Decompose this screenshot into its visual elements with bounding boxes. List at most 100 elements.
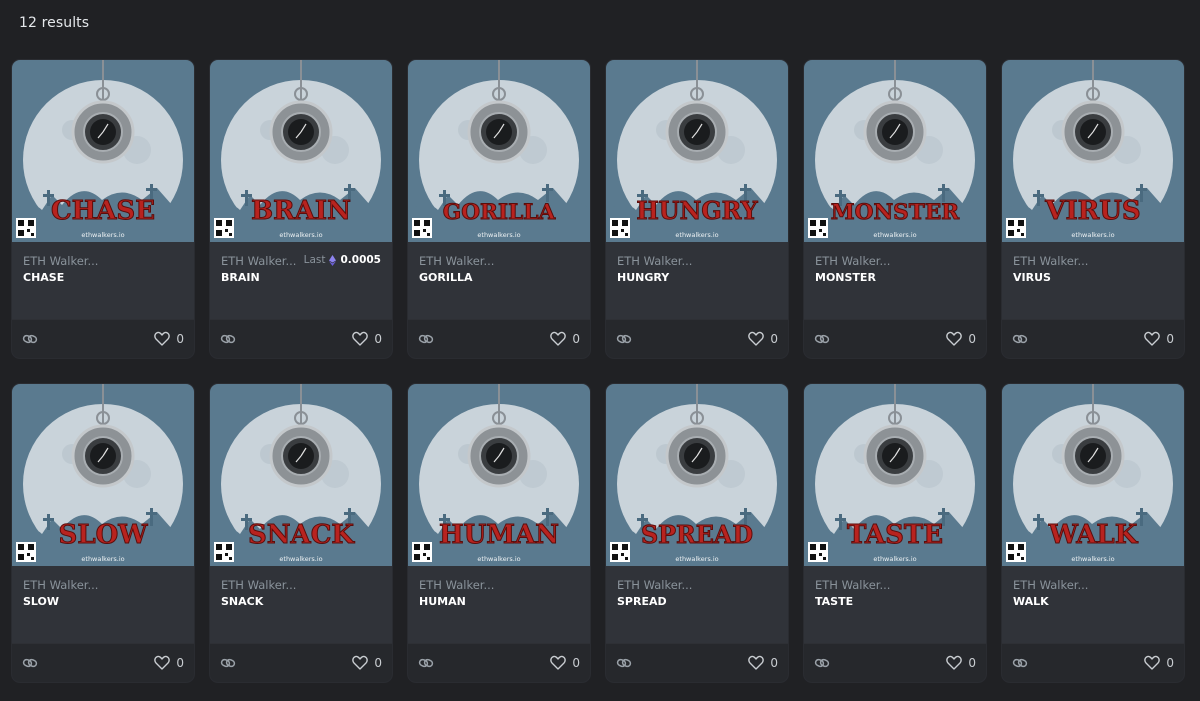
collection-name[interactable]: ETH Walker... [23, 578, 98, 592]
link-icon[interactable] [22, 331, 38, 347]
favorite-count: 0 [572, 655, 580, 670]
link-icon[interactable] [1012, 331, 1028, 347]
favorite-button[interactable]: 0 [1144, 655, 1174, 670]
favorite-button[interactable]: 0 [154, 655, 184, 670]
heart-icon [748, 655, 765, 670]
asset-card-slow[interactable]: SLOW ethwalkers.io ETH Walker... SLOW 0 [12, 384, 194, 682]
asset-name[interactable]: VIRUS [1013, 271, 1051, 284]
asset-name[interactable]: MONSTER [815, 271, 876, 284]
favorite-count: 0 [176, 655, 184, 670]
collection-name[interactable]: ETH Walker... [617, 254, 692, 268]
asset-name[interactable]: SPREAD [617, 595, 667, 608]
asset-name[interactable]: BRAIN [221, 271, 260, 284]
watermark-text: ethwalkers.io [675, 555, 718, 563]
artwork-title-text: HUMAN [439, 520, 559, 550]
asset-card-gorilla[interactable]: GORILLA ethwalkers.io ETH Walker... GORI… [408, 60, 590, 358]
favorite-button[interactable]: 0 [748, 331, 778, 346]
link-icon[interactable] [1012, 655, 1028, 671]
asset-card-snack[interactable]: SNACK ethwalkers.io ETH Walker... SNACK … [210, 384, 392, 682]
asset-name[interactable]: SLOW [23, 595, 59, 608]
heart-icon [1144, 331, 1161, 346]
link-icon[interactable] [814, 331, 830, 347]
favorite-button[interactable]: 0 [1144, 331, 1174, 346]
link-icon[interactable] [220, 331, 236, 347]
asset-card-walk[interactable]: WALK ethwalkers.io ETH Walker... WALK 0 [1002, 384, 1184, 682]
artwork-title-text: CHASE [51, 196, 155, 226]
favorite-button[interactable]: 0 [946, 331, 976, 346]
collection-name[interactable]: ETH Walker... [1013, 578, 1088, 592]
asset-card-monster[interactable]: MONSTER ethwalkers.io ETH Walker... MONS… [804, 60, 986, 358]
asset-image[interactable]: GORILLA ethwalkers.io [408, 60, 590, 242]
asset-image[interactable]: WALK ethwalkers.io [1002, 384, 1184, 566]
asset-name[interactable]: GORILLA [419, 271, 472, 284]
asset-name[interactable]: WALK [1013, 595, 1049, 608]
collection-name[interactable]: ETH Walker... [1013, 254, 1088, 268]
card-footer: 0 [606, 643, 788, 682]
watermark-text: ethwalkers.io [873, 555, 916, 563]
asset-info: ETH Walker... VIRUS [1002, 242, 1184, 320]
favorite-count: 0 [1166, 655, 1174, 670]
asset-image[interactable]: MONSTER ethwalkers.io [804, 60, 986, 242]
asset-image[interactable]: HUNGRY ethwalkers.io [606, 60, 788, 242]
asset-card-taste[interactable]: TASTE ethwalkers.io ETH Walker... TASTE … [804, 384, 986, 682]
asset-name[interactable]: SNACK [221, 595, 263, 608]
artwork-title-text: MONSTER [831, 200, 961, 225]
asset-info: ETH Walker... WALK [1002, 566, 1184, 644]
asset-card-hungry[interactable]: HUNGRY ethwalkers.io ETH Walker... HUNGR… [606, 60, 788, 358]
last-sale-label: Last [303, 254, 326, 266]
asset-name[interactable]: HUMAN [419, 595, 466, 608]
card-footer: 0 [12, 643, 194, 682]
favorite-button[interactable]: 0 [352, 655, 382, 670]
collection-name[interactable]: ETH Walker... [815, 254, 890, 268]
link-icon[interactable] [616, 655, 632, 671]
favorite-button[interactable]: 0 [550, 331, 580, 346]
asset-name[interactable]: CHASE [23, 271, 64, 284]
asset-card-spread[interactable]: SPREAD ethwalkers.io ETH Walker... SPREA… [606, 384, 788, 682]
artwork-title-text: SLOW [59, 520, 149, 550]
card-footer: 0 [408, 319, 590, 358]
asset-image[interactable]: SLOW ethwalkers.io [12, 384, 194, 566]
artwork-title-text: VIRUS [1044, 196, 1140, 226]
link-icon[interactable] [418, 331, 434, 347]
last-sale-price: 0.0005 [340, 254, 381, 266]
link-icon[interactable] [22, 655, 38, 671]
collection-name[interactable]: ETH Walker... [617, 578, 692, 592]
collection-name[interactable]: ETH Walker... [815, 578, 890, 592]
asset-card-virus[interactable]: VIRUS ethwalkers.io ETH Walker... VIRUS … [1002, 60, 1184, 358]
artwork-title-text: TASTE [847, 520, 943, 550]
asset-card-human[interactable]: HUMAN ethwalkers.io ETH Walker... HUMAN … [408, 384, 590, 682]
asset-image[interactable]: BRAIN ethwalkers.io [210, 60, 392, 242]
link-icon[interactable] [814, 655, 830, 671]
asset-image[interactable]: TASTE ethwalkers.io [804, 384, 986, 566]
heart-icon [1144, 655, 1161, 670]
watermark-text: ethwalkers.io [675, 231, 718, 239]
asset-image[interactable]: SNACK ethwalkers.io [210, 384, 392, 566]
asset-name[interactable]: HUNGRY [617, 271, 669, 284]
collection-name[interactable]: ETH Walker... [23, 254, 98, 268]
asset-card-chase[interactable]: CHASE ethwalkers.io ETH Walker... CHASE … [12, 60, 194, 358]
collection-name[interactable]: ETH Walker... [221, 254, 296, 268]
asset-image[interactable]: SPREAD ethwalkers.io [606, 384, 788, 566]
favorite-button[interactable]: 0 [352, 331, 382, 346]
link-icon[interactable] [418, 655, 434, 671]
collection-name[interactable]: ETH Walker... [419, 578, 494, 592]
collection-name[interactable]: ETH Walker... [221, 578, 296, 592]
asset-card-brain[interactable]: BRAIN ethwalkers.io ETH Walker... BRAIN … [210, 60, 392, 358]
favorite-count: 0 [374, 331, 382, 346]
asset-info: ETH Walker... SNACK [210, 566, 392, 644]
favorite-button[interactable]: 0 [748, 655, 778, 670]
favorite-button[interactable]: 0 [946, 655, 976, 670]
favorite-count: 0 [374, 655, 382, 670]
link-icon[interactable] [220, 655, 236, 671]
favorite-button[interactable]: 0 [154, 331, 184, 346]
link-icon[interactable] [616, 331, 632, 347]
favorite-button[interactable]: 0 [550, 655, 580, 670]
asset-image[interactable]: CHASE ethwalkers.io [12, 60, 194, 242]
collection-name[interactable]: ETH Walker... [419, 254, 494, 268]
asset-image[interactable]: VIRUS ethwalkers.io [1002, 60, 1184, 242]
asset-grid: CHASE ethwalkers.io ETH Walker... CHASE … [12, 60, 1184, 682]
asset-name[interactable]: TASTE [815, 595, 853, 608]
asset-image[interactable]: HUMAN ethwalkers.io [408, 384, 590, 566]
watermark-text: ethwalkers.io [1071, 231, 1114, 239]
asset-info: ETH Walker... CHASE [12, 242, 194, 320]
